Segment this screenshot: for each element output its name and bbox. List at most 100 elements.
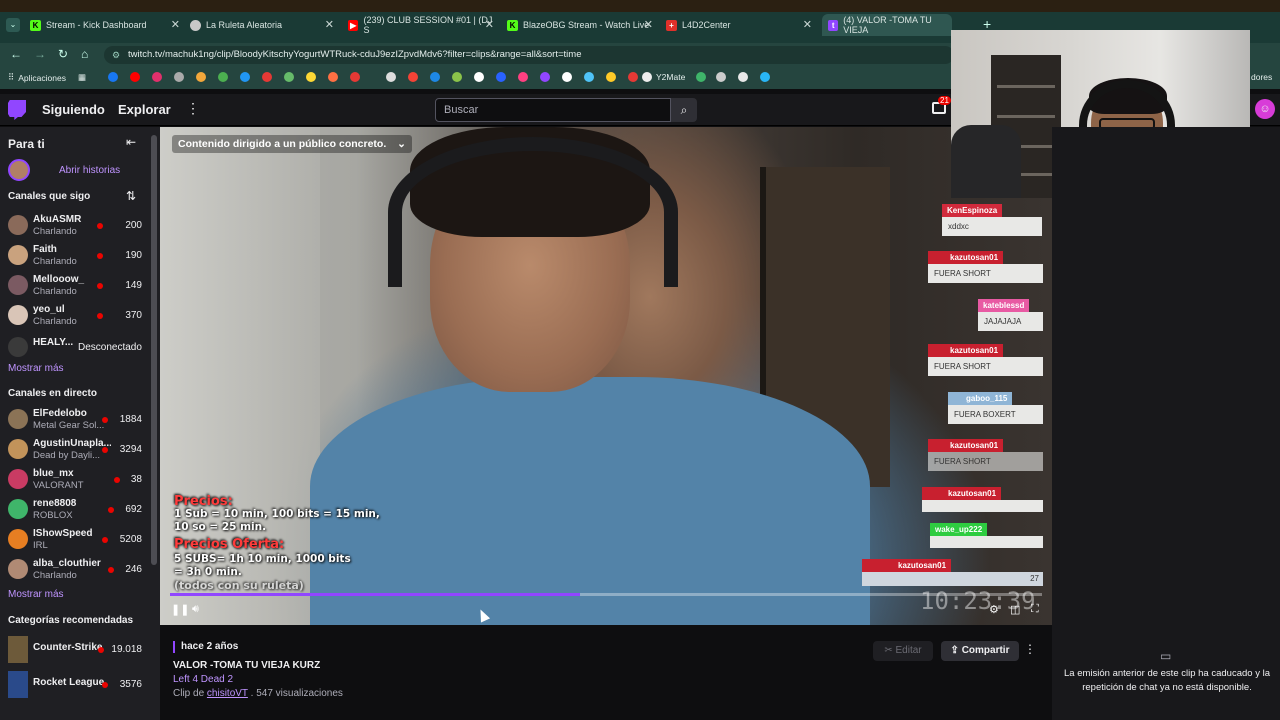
bookmark-icon[interactable] — [628, 72, 638, 82]
nav-following[interactable]: Siguiendo — [42, 102, 105, 117]
sidebar-channel[interactable]: IShowSpeed IRL 5208 — [8, 526, 150, 554]
fullscreen-icon[interactable]: ⛶ — [1031, 603, 1039, 616]
close-icon[interactable]: ✕ — [325, 18, 334, 31]
bookmark-icon[interactable] — [518, 72, 528, 82]
channel-name: blue_mx — [33, 468, 74, 479]
bookmark-icon[interactable] — [174, 72, 184, 82]
chat-user: kazutosan01 — [928, 439, 1004, 452]
bookmark-icon[interactable] — [696, 72, 706, 82]
bookmark-icon[interactable] — [738, 72, 748, 82]
tab-search-icon[interactable]: ⌄ — [6, 18, 20, 32]
sidebar-channel[interactable]: alba_clouthier Charlando 246 — [8, 556, 150, 584]
more-options-icon[interactable]: ⋮ — [1024, 642, 1036, 656]
viewer-count: 370 — [125, 310, 142, 321]
more-menu-icon[interactable]: ⋮ — [186, 100, 200, 117]
sidebar-scrollbar[interactable] — [151, 135, 157, 565]
clip-game-link[interactable]: Left 4 Dead 2 — [173, 674, 233, 685]
youtube-bookmark-icon[interactable] — [130, 72, 140, 82]
edit-button[interactable]: ✂ Editar — [873, 641, 933, 661]
sort-icon[interactable]: ⇅ — [126, 189, 136, 203]
sidebar-channel-offline[interactable]: HEALY... Desconectado — [8, 334, 150, 362]
user-avatar[interactable]: ☺ — [1255, 99, 1275, 119]
twitch-logo-icon[interactable] — [8, 100, 26, 120]
bookmark-icon[interactable] — [584, 72, 594, 82]
bookmark-icon[interactable] — [562, 72, 572, 82]
bookmark-icon[interactable] — [540, 72, 550, 82]
tab-kick-dashboard[interactable]: K Stream - Kick Dashboard ✕ — [30, 14, 180, 36]
bookmark-icon[interactable] — [196, 72, 206, 82]
live-indicator — [108, 567, 114, 573]
bookmark-icon[interactable] — [452, 72, 462, 82]
live-indicator — [98, 647, 104, 653]
tab-youtube[interactable]: ▶ (239) CLUB SESSION #01 | (DJ S ✕ — [348, 14, 494, 36]
open-stories[interactable]: Abrir historias — [8, 159, 120, 181]
bookmark-icon[interactable] — [386, 72, 396, 82]
clipper-link[interactable]: chisitoVT — [207, 688, 248, 699]
bookmark-icon[interactable] — [218, 72, 228, 82]
collapse-sidebar-icon[interactable]: ⇤ — [126, 135, 136, 149]
y2mate-bookmark[interactable]: Y2Mate — [642, 72, 685, 82]
nav-browse[interactable]: Explorar — [118, 102, 171, 117]
bookmark-icon[interactable] — [240, 72, 250, 82]
apps-bookmark[interactable]: ⠿ Aplicaciones — [8, 72, 66, 83]
bookmarks-folder-label[interactable]: dores — [1251, 72, 1272, 82]
sidebar-channel[interactable]: blue_mx VALORANT 38 — [8, 466, 150, 494]
close-icon[interactable]: ✕ — [803, 18, 812, 31]
volume-icon[interactable]: 🔊︎ — [192, 603, 199, 616]
video-player[interactable]: Contenido dirigido a un público concreto… — [160, 127, 1052, 625]
bookmark-icon[interactable] — [408, 72, 418, 82]
sidebar-channel[interactable]: Faith Charlando 190 — [8, 242, 150, 270]
bookmark-icon[interactable] — [328, 72, 338, 82]
sidebar-category[interactable]: Counter-Strike 19.018 — [8, 636, 150, 666]
chat-text — [922, 500, 1043, 512]
share-button[interactable]: ⇪ Compartir — [941, 641, 1019, 661]
home-icon[interactable]: ⌂ — [81, 47, 88, 61]
chat-text: FUERA SHORT — [928, 264, 1043, 283]
sidebar-category[interactable]: Rocket League 3576 — [8, 671, 150, 701]
tab-ruleta[interactable]: La Ruleta Aleatoria ✕ — [190, 14, 334, 36]
theatre-mode-icon[interactable]: ◫ — [1010, 603, 1020, 616]
viewer-count: 692 — [125, 504, 142, 515]
sidebar-channel[interactable]: yeo_ul Charlando 370 — [8, 302, 150, 330]
instagram-icon[interactable] — [152, 72, 162, 82]
close-icon[interactable]: ✕ — [485, 18, 494, 31]
search-input[interactable]: Buscar — [435, 98, 671, 122]
sidebar-channel[interactable]: rene8808 ROBLOX 692 — [8, 496, 150, 524]
show-more-link[interactable]: Mostrar más — [8, 589, 64, 600]
stories-label: Abrir historias — [59, 164, 121, 176]
bookmark-icon[interactable] — [284, 72, 294, 82]
show-more-link[interactable]: Mostrar más — [8, 363, 64, 374]
reload-icon[interactable]: ↻ — [58, 47, 68, 61]
back-icon[interactable]: ← — [10, 47, 22, 61]
close-icon[interactable]: ✕ — [644, 18, 653, 31]
sidebar-channel[interactable]: AkuASMR Charlando 200 — [8, 212, 150, 240]
bookmark-icon[interactable] — [496, 72, 506, 82]
chat-text — [930, 536, 1043, 548]
content-classification-banner[interactable]: Contenido dirigido a un público concreto… — [172, 135, 412, 153]
url-field[interactable]: ⚙ twitch.tv/machuk1ng/clip/BloodyKitschy… — [104, 46, 954, 64]
bookmark-icon[interactable] — [262, 72, 272, 82]
tab-blazeobg[interactable]: K BlazeOBG Stream - Watch Live ✕ — [507, 14, 653, 36]
close-icon[interactable]: ✕ — [171, 18, 180, 31]
bookmark-icon[interactable] — [760, 72, 770, 82]
sidebar-channel[interactable]: AgustinUnapla... Dead by Dayli... 3294 — [8, 436, 150, 464]
bookmark-icon[interactable] — [306, 72, 316, 82]
facebook-icon[interactable] — [108, 72, 118, 82]
site-info-icon[interactable]: ⚙ — [112, 46, 120, 64]
sidebar-channel[interactable]: ElFedelobo Metal Gear Sol... 1884 — [8, 406, 150, 434]
forward-icon[interactable]: → — [34, 47, 46, 61]
search-icon[interactable]: ⌕ — [671, 98, 697, 122]
pause-icon[interactable]: ❚❚ — [171, 603, 189, 616]
bookmark-icon[interactable] — [430, 72, 440, 82]
bookmark-icon[interactable] — [350, 72, 360, 82]
tab-twitch-clip[interactable]: t (4) VALOR -TOMA TU VIEJA — [822, 14, 952, 36]
chat-panel: ▭ La emisión anterior de este clip ha ca… — [1052, 127, 1280, 720]
bookmark-icon[interactable] — [606, 72, 616, 82]
grid-icon[interactable]: ▦ — [78, 72, 86, 83]
bookmark-icon[interactable] — [716, 72, 726, 82]
tab-l4d2center[interactable]: + L4D2Center ✕ — [666, 14, 812, 36]
bookmark-icon[interactable] — [474, 72, 484, 82]
settings-icon[interactable]: ⚙ — [989, 603, 999, 616]
sidebar-channel[interactable]: Mellooow_ Charlando 149 — [8, 272, 150, 300]
seek-bar[interactable] — [170, 593, 1042, 596]
